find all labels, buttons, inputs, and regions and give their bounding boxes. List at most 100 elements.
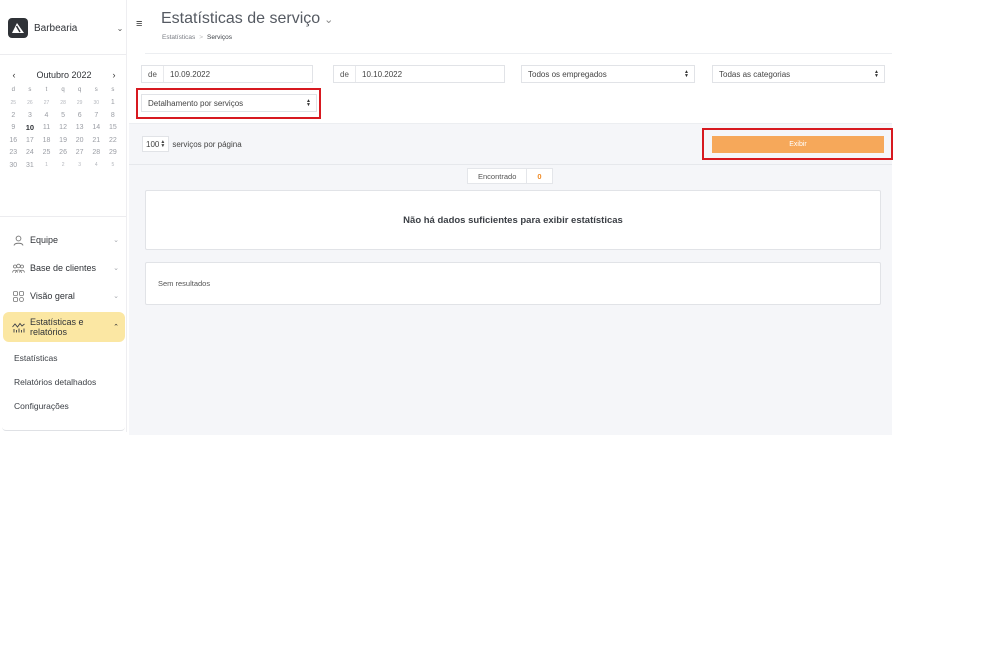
calendar-day[interactable]: 30 [5, 159, 22, 172]
calendar-day[interactable]: 16 [5, 134, 22, 147]
per-page-control: 100 ▲ ▼ serviços por página [142, 136, 242, 152]
calendar-grid: d s t q q s s 25 26 27 28 29 30 1 2 3 4 5 6 7 8 9 10 11 12 13 14 15… [5, 84, 123, 172]
chevron-down-icon[interactable]: ⌄ [114, 24, 126, 33]
calendar-day[interactable]: 2 [55, 159, 72, 172]
calendar-weekday: q [78, 87, 82, 94]
employees-select[interactable]: Todos os empregados ▲ ▼ [521, 65, 695, 83]
submenu-item-estatisticas[interactable]: Estatísticas [3, 346, 125, 370]
calendar-day[interactable]: 27 [71, 147, 88, 160]
calendar-day[interactable]: 11 [38, 122, 55, 135]
menu-item-estatisticas[interactable]: Estatísticas e relatórios ⌃ [3, 312, 125, 342]
per-page-value: 100 [146, 139, 160, 149]
date-to-prefix: de [334, 66, 356, 82]
breadcrumb-item[interactable]: Estatísticas [162, 34, 195, 41]
calendar-weekday: d [11, 87, 15, 94]
calendar-day[interactable]: 1 [38, 159, 55, 172]
calendar-day[interactable]: 14 [88, 122, 105, 135]
grid-icon [10, 289, 26, 303]
calendar-day[interactable]: 8 [105, 109, 122, 122]
insufficient-data-panel: Não há dados suficientes para exibir est… [145, 190, 881, 250]
found-label: Encontrado [468, 169, 528, 183]
submenu-item-relatorios[interactable]: Relatórios detalhados [3, 370, 125, 394]
menu-item-equipe[interactable]: Equipe ⌄ [3, 226, 125, 254]
breadcrumb-current: Serviços [207, 34, 232, 41]
calendar-day[interactable]: 24 [22, 147, 39, 160]
person-icon [10, 233, 26, 247]
calendar-day[interactable]: 28 [88, 147, 105, 160]
page-title[interactable]: Estatísticas de serviço ⌄ [161, 10, 333, 28]
submenu: Estatísticas Relatórios detalhados Confi… [3, 346, 125, 418]
calendar-day[interactable]: 18 [38, 134, 55, 147]
divider [0, 54, 126, 55]
date-to-value: 10.10.2022 [362, 69, 403, 79]
calendar-weekday: s [94, 87, 98, 94]
calendar-day[interactable]: 25 [38, 147, 55, 160]
calendar-day[interactable]: 20 [71, 134, 88, 147]
per-page-select[interactable]: 100 ▲ ▼ [142, 136, 170, 152]
calendar-day[interactable]: 5 [55, 109, 72, 122]
mini-calendar: ‹ Outubro 2022 › d s t q q s s 25 26 27 28 29 30 1 2 3 4… [5, 68, 123, 172]
menu-item-visao-geral[interactable]: Visão geral ⌄ [3, 282, 125, 310]
calendar-day[interactable]: 21 [88, 134, 105, 147]
calendar-day[interactable]: 27 [38, 97, 55, 110]
hamburger-icon[interactable]: ≡ [136, 18, 142, 30]
activity-chart-icon [10, 320, 26, 334]
calendar-day[interactable]: 28 [55, 97, 72, 110]
calendar-day[interactable]: 19 [55, 134, 72, 147]
select-arrows-icon: ▲ ▼ [160, 138, 166, 149]
empty-results-message: Sem resultados [158, 279, 211, 288]
calendar-day[interactable]: 13 [71, 122, 88, 135]
chevron-right-icon[interactable]: › [108, 70, 120, 80]
calendar-day[interactable]: 29 [71, 97, 88, 110]
menu-item-label: Visão geral [30, 291, 75, 301]
per-page-label: serviços por página [172, 139, 242, 149]
calendar-day[interactable]: 26 [22, 97, 39, 110]
date-from-field[interactable]: de 10.09.2022 [141, 65, 313, 83]
brand-switcher[interactable]: Barbearia ⌄ [8, 14, 126, 42]
menu-item-label: Estatísticas e relatórios [30, 317, 84, 337]
calendar-day[interactable]: 9 [5, 122, 22, 135]
calendar-day-selected[interactable]: 10 [22, 121, 39, 135]
chevron-down-icon: ⌄ [113, 237, 119, 244]
page-title-text: Estatísticas de serviço [161, 10, 321, 27]
date-to-field[interactable]: de 10.10.2022 [333, 65, 505, 83]
categories-select-value: Todas as categorias [719, 69, 791, 79]
sidebar-divider [126, 0, 127, 432]
chevron-up-icon: ⌃ [113, 324, 119, 331]
calendar-day[interactable]: 23 [5, 147, 22, 160]
calendar-day[interactable]: 26 [55, 147, 72, 160]
calendar-day[interactable]: 29 [105, 147, 122, 160]
menu-item-base-de-clientes[interactable]: Base de clientes ⌄ [3, 254, 125, 282]
calendar-day[interactable]: 4 [88, 159, 105, 172]
employees-select-value: Todos os empregados [528, 69, 607, 79]
sidebar-card-edge [2, 427, 125, 431]
calendar-day[interactable]: 1 [105, 97, 122, 110]
calendar-day[interactable]: 15 [105, 122, 122, 135]
chevron-left-icon[interactable]: ‹ [8, 70, 20, 80]
insufficient-data-message: Não há dados suficientes para exibir est… [403, 214, 623, 226]
chevron-down-icon: ⌄ [113, 265, 119, 272]
select-arrows-icon: ▲ ▼ [874, 68, 879, 79]
brand-name: Barbearia [34, 22, 78, 34]
calendar-day[interactable]: 5 [105, 159, 122, 172]
calendar-day[interactable]: 22 [105, 134, 122, 147]
calendar-day[interactable]: 7 [88, 109, 105, 122]
chevron-down-icon: ⌄ [113, 293, 119, 300]
sidebar: Barbearia ⌄ ‹ Outubro 2022 › d s t q q s s 25 26… [0, 0, 128, 432]
calendar-weekday: s [111, 87, 115, 94]
calendar-day[interactable]: 25 [5, 97, 22, 110]
calendar-day[interactable]: 3 [71, 159, 88, 172]
categories-select[interactable]: Todas as categorias ▲ ▼ [712, 65, 885, 83]
calendar-day[interactable]: 2 [5, 109, 22, 122]
calendar-day[interactable]: 12 [55, 122, 72, 135]
calendar-day[interactable]: 17 [22, 134, 39, 147]
calendar-day[interactable]: 31 [22, 159, 39, 172]
calendar-day[interactable]: 3 [22, 109, 39, 122]
main-menu: Equipe ⌄ Base de clientes ⌄ Visão geral … [3, 226, 125, 418]
date-from-value: 10.09.2022 [170, 69, 211, 79]
calendar-day[interactable]: 4 [38, 109, 55, 122]
highlight-box [136, 88, 321, 119]
submenu-item-configuracoes[interactable]: Configurações [3, 394, 125, 418]
calendar-day[interactable]: 6 [71, 109, 88, 122]
calendar-day[interactable]: 30 [88, 97, 105, 110]
